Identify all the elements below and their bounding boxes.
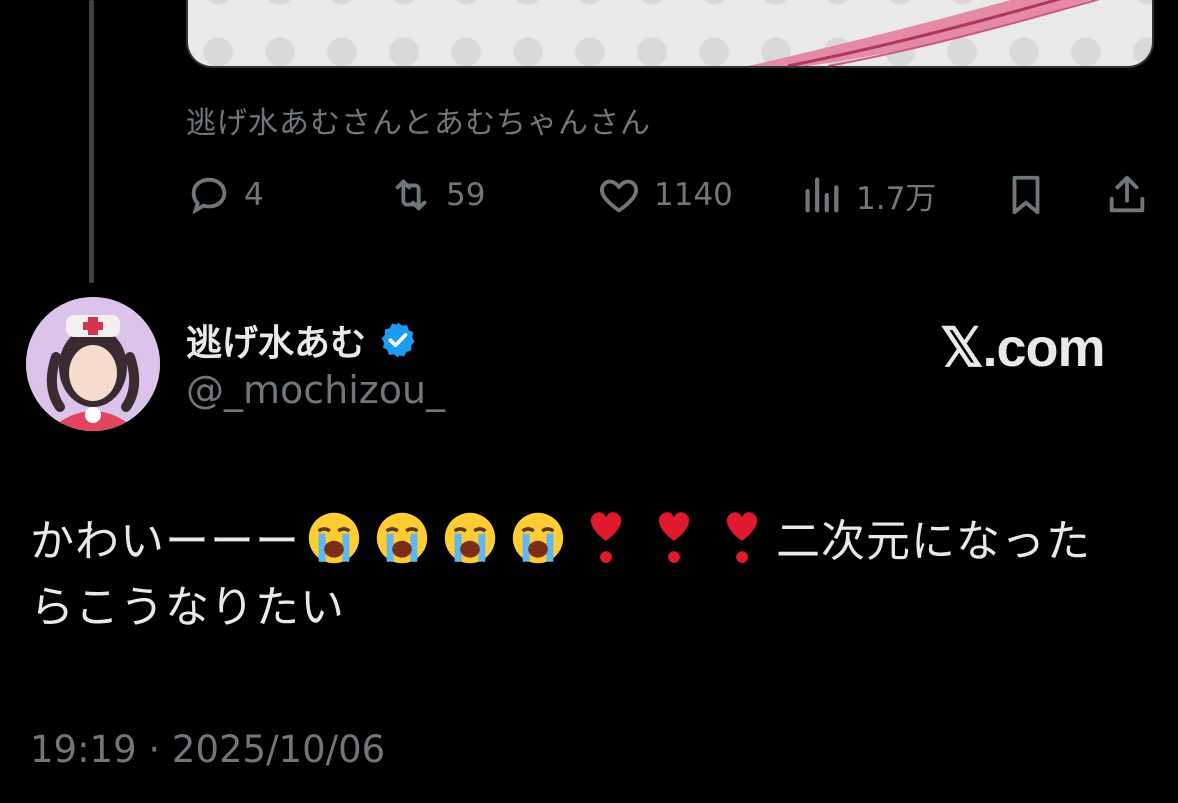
- repost-button[interactable]: 59: [388, 170, 485, 220]
- tweet-timestamp[interactable]: 19:19 · 2025/10/06: [30, 728, 385, 771]
- thread-connector-line: [89, 0, 94, 283]
- heart-exclamation-emoji: [584, 508, 628, 568]
- bookmark-button[interactable]: [1003, 170, 1049, 220]
- bookmark-icon: [1012, 175, 1040, 215]
- like-button[interactable]: 1140: [596, 170, 733, 220]
- quoted-media-image[interactable]: [186, 0, 1154, 68]
- share-button[interactable]: [1104, 170, 1150, 220]
- action-bar: 4 59 1140 1.7万: [186, 170, 1150, 220]
- tweet-text-line2: らこうなりたい: [30, 582, 345, 633]
- crying-face-emoji: [374, 510, 430, 566]
- avatar[interactable]: [26, 297, 160, 431]
- reply-count: 4: [244, 177, 264, 213]
- reply-icon: [191, 177, 227, 215]
- heart-icon: [600, 179, 638, 213]
- reply-button[interactable]: 4: [186, 170, 264, 220]
- repost-count: 59: [446, 177, 486, 213]
- views-count: 1.7万: [856, 180, 937, 217]
- avatar-photo: [26, 297, 160, 431]
- author-handle[interactable]: @_mochizou_: [186, 368, 445, 412]
- crying-face-emoji: [510, 510, 566, 566]
- author-display-name[interactable]: 逃げ水あむ: [186, 314, 418, 366]
- display-name-text: 逃げ水あむ: [186, 323, 367, 364]
- repost-icon: [395, 179, 427, 211]
- crying-face-emoji: [442, 510, 498, 566]
- media-illustration: [748, 0, 1100, 66]
- tweet-text: かわいーーー 二次元になった らこうなりたい: [30, 508, 1150, 641]
- heart-exclamation-emoji: [720, 508, 764, 568]
- share-icon: [1109, 175, 1145, 213]
- views-button[interactable]: 1.7万: [798, 170, 936, 220]
- tweet-text-start: かわいーーー: [30, 516, 300, 567]
- quoted-caption: 逃げ水あむさんとあむちゃんさん: [186, 106, 651, 141]
- tweet-text-line1-end: 二次元になった: [776, 516, 1091, 567]
- views-icon: [805, 177, 839, 213]
- like-count: 1140: [654, 177, 733, 213]
- heart-exclamation-emoji: [652, 508, 696, 568]
- verified-badge-icon: [381, 322, 415, 358]
- crying-face-emoji: [306, 510, 362, 566]
- source-logo: 𝕏.com: [940, 318, 1106, 378]
